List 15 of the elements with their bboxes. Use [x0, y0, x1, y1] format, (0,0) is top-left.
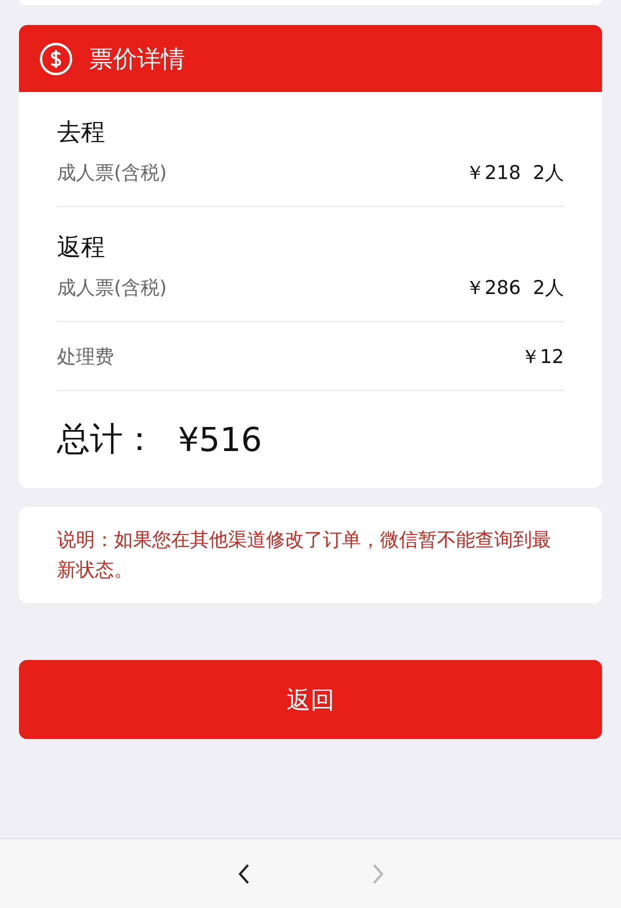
- fare-value: ￥286 2人: [466, 276, 564, 301]
- back-chevron-icon[interactable]: [236, 862, 250, 884]
- fare-label: 成人票(含税): [57, 276, 167, 301]
- fare-label: 成人票(含税): [57, 161, 167, 186]
- dollar-coin-icon: [39, 42, 73, 76]
- notice-text: 说明：如果您在其他渠道修改了订单，微信暂不能查询到最新状态。: [19, 507, 602, 603]
- total-label: 总计：: [57, 418, 156, 460]
- fee-value: ￥12: [520, 345, 564, 370]
- fare-value: ￥218 2人: [466, 161, 564, 186]
- fee-label: 处理费: [57, 345, 114, 370]
- leg-title: 去程: [57, 117, 106, 148]
- return-button[interactable]: 返回: [19, 660, 602, 739]
- total-value: ¥516: [178, 420, 262, 459]
- card-title: 票价详情: [89, 44, 185, 74]
- leg-title: 返程: [57, 232, 106, 263]
